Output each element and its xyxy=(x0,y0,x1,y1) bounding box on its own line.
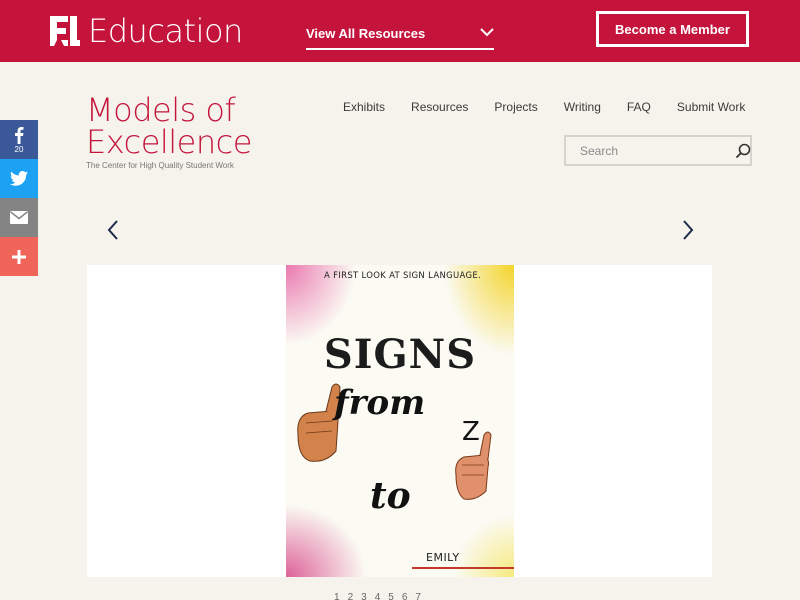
become-member-button[interactable]: Become a Member xyxy=(596,11,749,47)
facebook-icon xyxy=(15,126,24,144)
twitter-icon xyxy=(10,171,28,186)
search-box xyxy=(564,135,752,166)
search-input[interactable] xyxy=(566,143,735,158)
nav-item-projects[interactable]: Projects xyxy=(494,100,537,114)
brand-title-line1: Models of xyxy=(86,91,236,129)
search-button[interactable] xyxy=(735,137,751,164)
carousel-prev-button[interactable] xyxy=(102,218,124,242)
view-all-resources-dropdown[interactable]: View All Resources xyxy=(306,18,494,50)
main-nav: Exhibits Resources Projects Writing FAQ … xyxy=(343,100,745,114)
pager-item-7[interactable]: 7 xyxy=(415,592,421,600)
twitter-share-button[interactable] xyxy=(0,159,38,198)
top-bar: Education View All Resources Become a Me… xyxy=(0,0,800,62)
models-of-excellence-brand[interactable]: Models of Excellence The Center for High… xyxy=(86,94,252,170)
logo-text: Education xyxy=(88,12,243,50)
artwork-author-name: EMILY xyxy=(426,551,460,564)
chevron-down-icon xyxy=(480,28,494,37)
carousel-next-button[interactable] xyxy=(677,218,699,242)
artwork-word-to: to xyxy=(370,475,411,517)
facebook-share-count: 20 xyxy=(14,144,24,154)
pager-item-1[interactable]: 1 xyxy=(334,592,340,600)
brand-subtitle: The Center for High Quality Student Work xyxy=(86,161,234,170)
chevron-left-icon xyxy=(107,220,118,240)
email-icon xyxy=(10,211,28,224)
nav-item-exhibits[interactable]: Exhibits xyxy=(343,100,385,114)
pager-item-3[interactable]: 3 xyxy=(361,592,367,600)
carousel-slide: A FIRST LOOK AT SIGN LANGUAGE. SIGNS fro… xyxy=(87,265,712,577)
nav-item-faq[interactable]: FAQ xyxy=(627,100,651,114)
nav-item-resources[interactable]: Resources xyxy=(411,100,468,114)
artwork-author-underline xyxy=(412,567,514,569)
pager-item-4[interactable]: 4 xyxy=(375,592,381,600)
brand-title-line2: Excellence xyxy=(86,123,252,161)
artwork-header-text: A FIRST LOOK AT SIGN LANGUAGE. xyxy=(324,271,482,281)
nav-item-writing[interactable]: Writing xyxy=(564,100,601,114)
plus-icon xyxy=(12,249,26,264)
facebook-share-button[interactable]: 20 xyxy=(0,120,38,159)
pager-item-2[interactable]: 2 xyxy=(348,592,354,600)
email-share-button[interactable] xyxy=(0,198,38,237)
carousel-pager: 1 2 3 4 5 6 7 xyxy=(334,592,421,600)
chevron-right-icon xyxy=(683,220,694,240)
nav-item-submit-work[interactable]: Submit Work xyxy=(677,100,745,114)
artwork-title-signs: SIGNS xyxy=(323,331,477,378)
el-education-logo[interactable]: Education xyxy=(50,12,243,50)
more-share-button[interactable] xyxy=(0,237,38,276)
el-logo-icon xyxy=(50,16,80,46)
artwork-letter-z: Z xyxy=(462,417,480,447)
student-artwork-image[interactable]: A FIRST LOOK AT SIGN LANGUAGE. SIGNS fro… xyxy=(286,265,514,577)
pager-item-6[interactable]: 6 xyxy=(402,592,408,600)
social-share-bar: 20 xyxy=(0,120,38,276)
pager-item-5[interactable]: 5 xyxy=(388,592,394,600)
resources-dropdown-label: View All Resources xyxy=(306,26,426,41)
artwork-word-from: from xyxy=(334,383,426,423)
search-icon xyxy=(735,143,751,158)
